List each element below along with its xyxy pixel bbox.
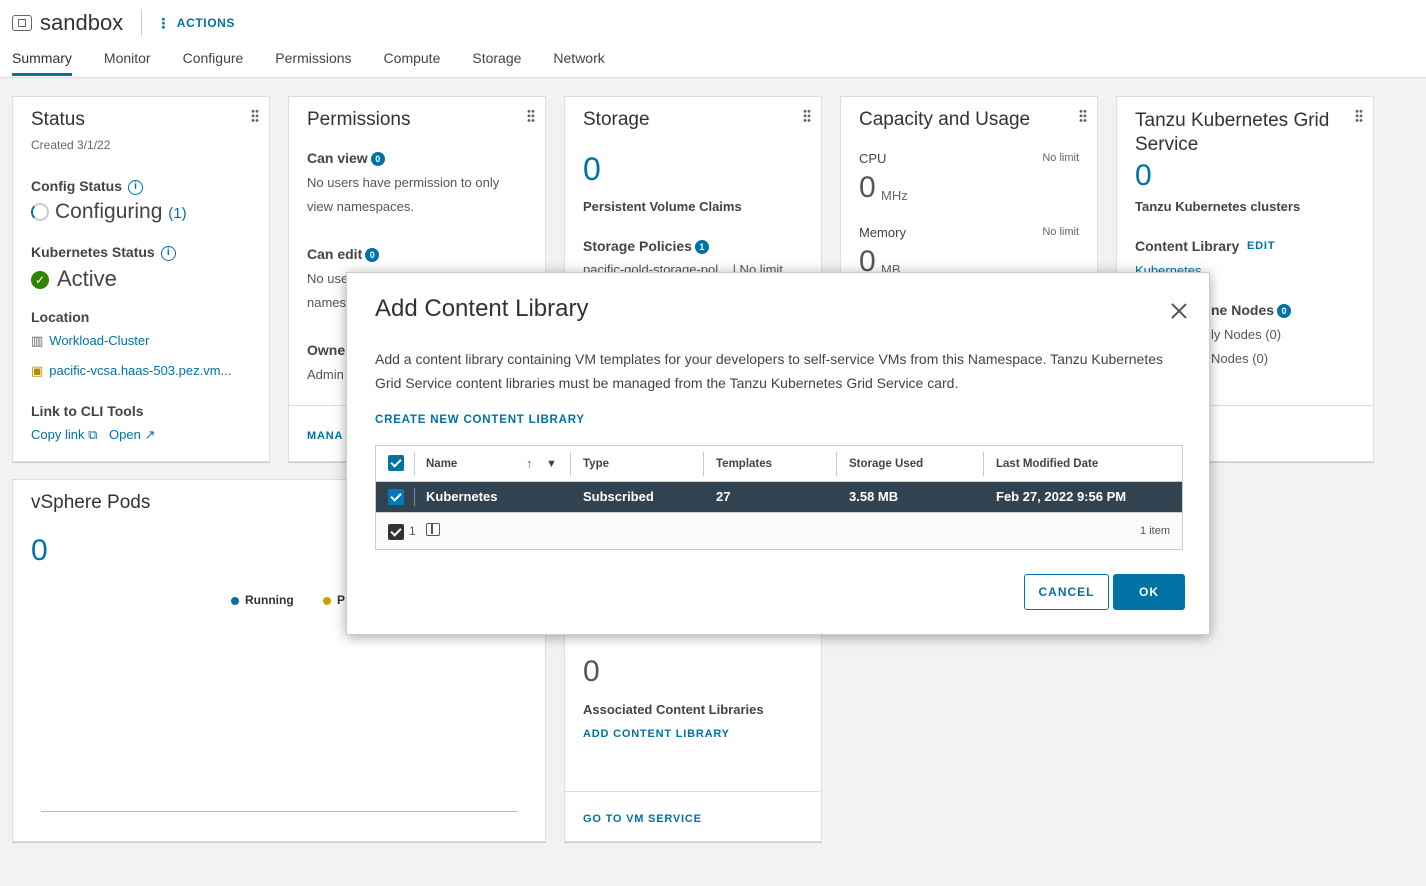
row-checkbox[interactable] [388, 489, 404, 505]
filter-icon[interactable]: ▼ [546, 446, 557, 482]
column-divider [414, 452, 415, 476]
column-toggle-icon[interactable] [426, 523, 440, 536]
column-header-name[interactable]: Name [426, 446, 457, 482]
column-header-storage-used[interactable]: Storage Used [849, 446, 923, 482]
cell-last-modified: Feb 27, 2022 9:56 PM [996, 489, 1127, 504]
ok-button[interactable]: OK [1113, 574, 1185, 610]
column-divider [836, 452, 837, 476]
item-count: 1 item [1140, 525, 1170, 537]
table-row[interactable]: Kubernetes Subscribed 27 3.58 MB Feb 27,… [376, 482, 1182, 512]
dialog-title: Add Content Library [375, 295, 589, 322]
add-content-library-dialog: Add Content Library Add a content librar… [346, 272, 1210, 635]
column-divider [983, 452, 984, 476]
dialog-description: Add a content library containing VM temp… [375, 351, 1164, 391]
cell-type: Subscribed [583, 489, 654, 504]
column-divider [570, 452, 571, 476]
column-divider [414, 488, 415, 506]
column-header-templates[interactable]: Templates [716, 446, 772, 482]
cancel-button[interactable]: CANCEL [1024, 574, 1109, 610]
create-content-library-link[interactable]: CREATE NEW CONTENT LIBRARY [375, 414, 585, 426]
content-library-grid: Name ↑ ▼ Type Templates Storage Used Las… [375, 445, 1183, 550]
column-header-last-modified[interactable]: Last Modified Date [996, 446, 1098, 482]
sort-ascending-icon[interactable]: ↑ [526, 446, 533, 482]
cell-templates: 27 [716, 489, 731, 504]
column-divider [703, 452, 704, 476]
select-all-checkbox[interactable] [388, 455, 404, 471]
close-icon[interactable] [1171, 303, 1187, 319]
grid-footer: 1 1 item [376, 512, 1182, 549]
cell-storage-used: 3.58 MB [849, 489, 899, 504]
column-header-type[interactable]: Type [583, 446, 609, 482]
selection-checkbox-icon [388, 524, 404, 540]
selected-count: 1 [409, 524, 416, 538]
grid-header: Name ↑ ▼ Type Templates Storage Used Las… [376, 446, 1182, 482]
cell-name: Kubernetes [426, 489, 498, 504]
